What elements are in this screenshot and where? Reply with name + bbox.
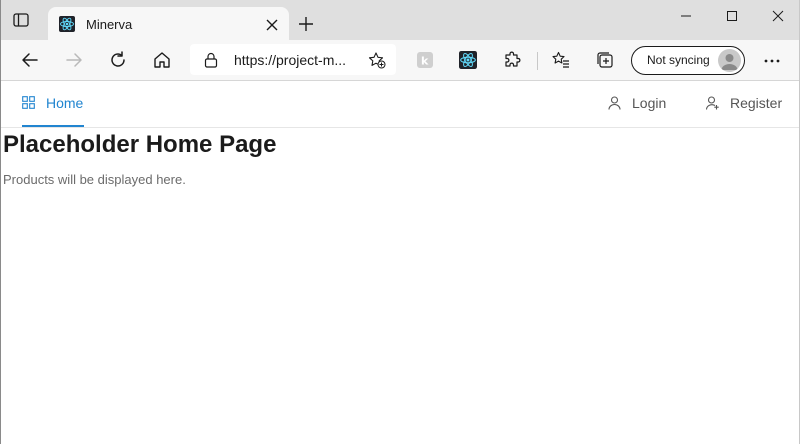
maximize-icon[interactable] bbox=[709, 0, 755, 30]
forward-icon[interactable] bbox=[64, 50, 84, 70]
browser-toolbar: https://project-m... k Not syncing bbox=[1, 40, 799, 81]
page-title: Placeholder Home Page bbox=[3, 131, 277, 158]
page-subtitle: Products will be displayed here. bbox=[3, 172, 186, 187]
profile-sync-button[interactable]: Not syncing bbox=[631, 46, 745, 75]
address-bar[interactable]: https://project-m... bbox=[190, 44, 396, 75]
react-devtools-icon[interactable] bbox=[459, 51, 477, 69]
more-options-icon[interactable] bbox=[763, 52, 781, 70]
svg-text:k: k bbox=[421, 55, 429, 68]
avatar bbox=[718, 49, 741, 72]
top-menu: Home Login Register bbox=[1, 81, 799, 128]
close-icon[interactable] bbox=[266, 18, 278, 31]
nav-home-label: Home bbox=[46, 95, 84, 111]
grid-icon bbox=[22, 96, 35, 109]
nav-login-label: Login bbox=[632, 95, 667, 111]
minimize-icon[interactable] bbox=[663, 0, 709, 30]
react-icon bbox=[59, 16, 75, 32]
nav-item-login[interactable]: Login bbox=[608, 81, 668, 127]
browser-window: Minerva https://project-m... k Not synci… bbox=[0, 0, 800, 444]
add-user-icon bbox=[705, 96, 719, 110]
lock-icon[interactable] bbox=[204, 52, 218, 68]
page-content: Home Login Register Placeholder Home Pag… bbox=[1, 81, 799, 444]
nav-item-home[interactable]: Home bbox=[22, 81, 84, 127]
collections-icon[interactable] bbox=[596, 51, 614, 69]
user-icon bbox=[608, 96, 621, 110]
toolbar-divider bbox=[537, 52, 538, 70]
refresh-icon[interactable] bbox=[108, 50, 128, 70]
nav-item-register[interactable]: Register bbox=[705, 81, 783, 127]
back-icon[interactable] bbox=[20, 50, 40, 70]
url-text[interactable]: https://project-m... bbox=[234, 52, 346, 68]
favorites-icon[interactable] bbox=[552, 51, 570, 69]
home-icon[interactable] bbox=[152, 50, 172, 70]
extension-k-icon[interactable]: k bbox=[416, 51, 434, 69]
tab-title: Minerva bbox=[86, 17, 133, 32]
nav-register-label: Register bbox=[730, 95, 783, 111]
tab-actions-icon[interactable] bbox=[13, 13, 29, 27]
extensions-icon[interactable] bbox=[503, 51, 521, 69]
tab-strip: Minerva bbox=[1, 0, 799, 41]
sync-status-label: Not syncing bbox=[647, 53, 710, 67]
window-close-icon[interactable] bbox=[755, 0, 799, 30]
add-favorite-icon[interactable] bbox=[368, 51, 386, 69]
new-tab-icon[interactable] bbox=[298, 16, 314, 32]
tab-minerva[interactable]: Minerva bbox=[48, 7, 289, 41]
